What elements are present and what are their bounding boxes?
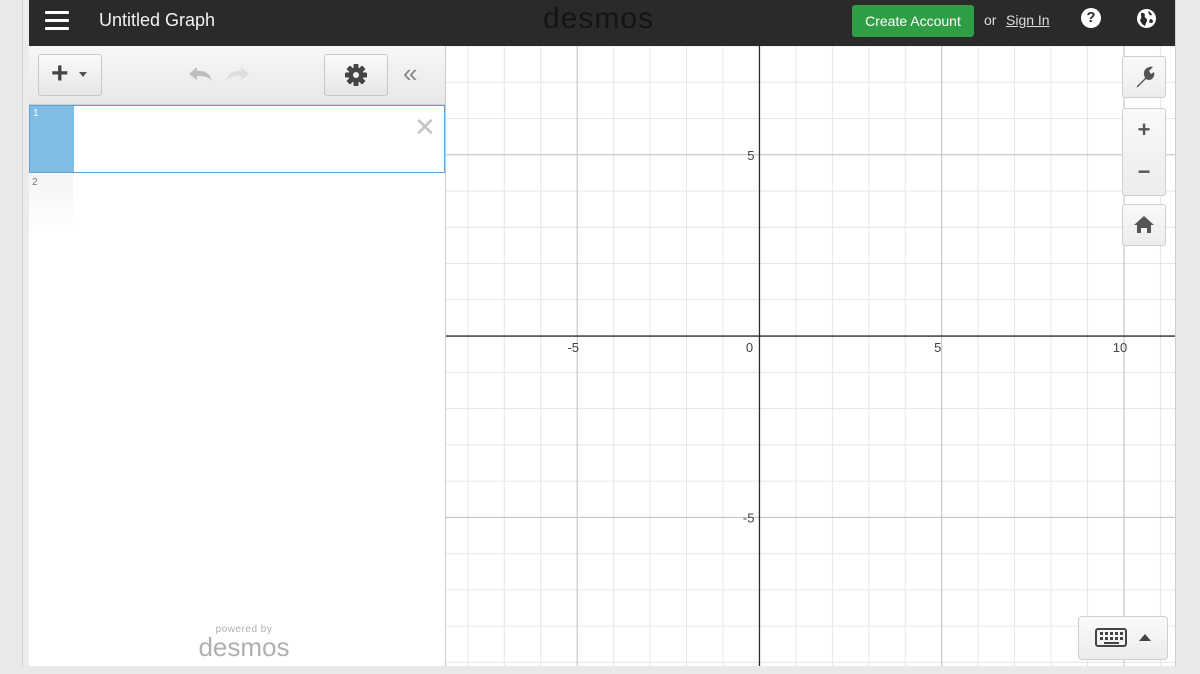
settings-button[interactable] xyxy=(324,54,388,96)
default-viewport-button[interactable] xyxy=(1122,204,1166,246)
gear-icon xyxy=(345,64,367,86)
expression-number: 1 xyxy=(33,108,39,119)
expression-row[interactable]: 1 ✕ xyxy=(29,105,445,173)
keyboard-icon xyxy=(1095,628,1151,647)
x-tick-label: -5 xyxy=(567,340,579,355)
add-item-button[interactable]: + xyxy=(38,54,102,96)
zoom-out-icon[interactable]: − xyxy=(1123,152,1165,195)
expression-number: 2 xyxy=(32,177,38,188)
powered-by-desmos[interactable]: powered by desmos xyxy=(189,624,299,662)
expression-panel: + « 1 ✕ 2 powered by desmos xyxy=(29,46,446,666)
zoom-in-icon[interactable]: + xyxy=(1123,109,1165,152)
powered-by-brand: desmos xyxy=(198,632,290,662)
wrench-icon xyxy=(1136,66,1155,88)
help-icon[interactable]: ? xyxy=(1081,8,1101,28)
undo-icon[interactable] xyxy=(185,64,215,84)
expression-gutter: 2 xyxy=(29,174,73,234)
x-tick-label: 10 xyxy=(1113,340,1127,355)
add-icon: + xyxy=(51,57,69,90)
expression-input[interactable] xyxy=(75,174,405,240)
create-account-button[interactable]: Create Account xyxy=(852,5,974,37)
expression-toolbar: + « xyxy=(29,46,445,105)
globe-icon[interactable] xyxy=(1136,8,1157,29)
x-tick-label: 5 xyxy=(934,340,941,355)
close-icon[interactable]: ✕ xyxy=(414,114,436,140)
x-tick-label: 0 xyxy=(746,340,753,355)
y-tick-label: 5 xyxy=(747,148,754,163)
chevron-down-icon xyxy=(79,72,87,77)
graph-grid[interactable]: -5 0 5 10 5 -5 xyxy=(446,46,1175,666)
or-label: or xyxy=(984,12,997,28)
window-frame-bottom xyxy=(0,666,1200,674)
keyboard-toggle-button[interactable] xyxy=(1078,616,1168,660)
graph-settings-button[interactable] xyxy=(1122,56,1166,98)
top-bar: Untitled Graph desmos Create Account or … xyxy=(29,0,1175,46)
menu-icon[interactable] xyxy=(45,11,69,31)
expression-gutter: 1 xyxy=(30,106,74,172)
brand-logo: desmos xyxy=(543,2,655,35)
redo-icon[interactable] xyxy=(223,64,253,84)
zoom-controls: + − xyxy=(1122,108,1166,196)
expression-row[interactable]: 2 xyxy=(29,174,445,234)
window-frame-left xyxy=(0,0,23,674)
graph-title[interactable]: Untitled Graph xyxy=(99,10,215,31)
expression-input[interactable] xyxy=(76,106,406,172)
sign-in-link[interactable]: Sign In xyxy=(1006,12,1050,28)
collapse-panel-icon[interactable]: « xyxy=(403,60,417,86)
window-frame-right xyxy=(1175,0,1200,674)
y-tick-label: -5 xyxy=(743,510,755,525)
graph-paper[interactable]: -5 0 5 10 5 -5 + − xyxy=(446,46,1175,666)
home-icon xyxy=(1134,216,1154,233)
